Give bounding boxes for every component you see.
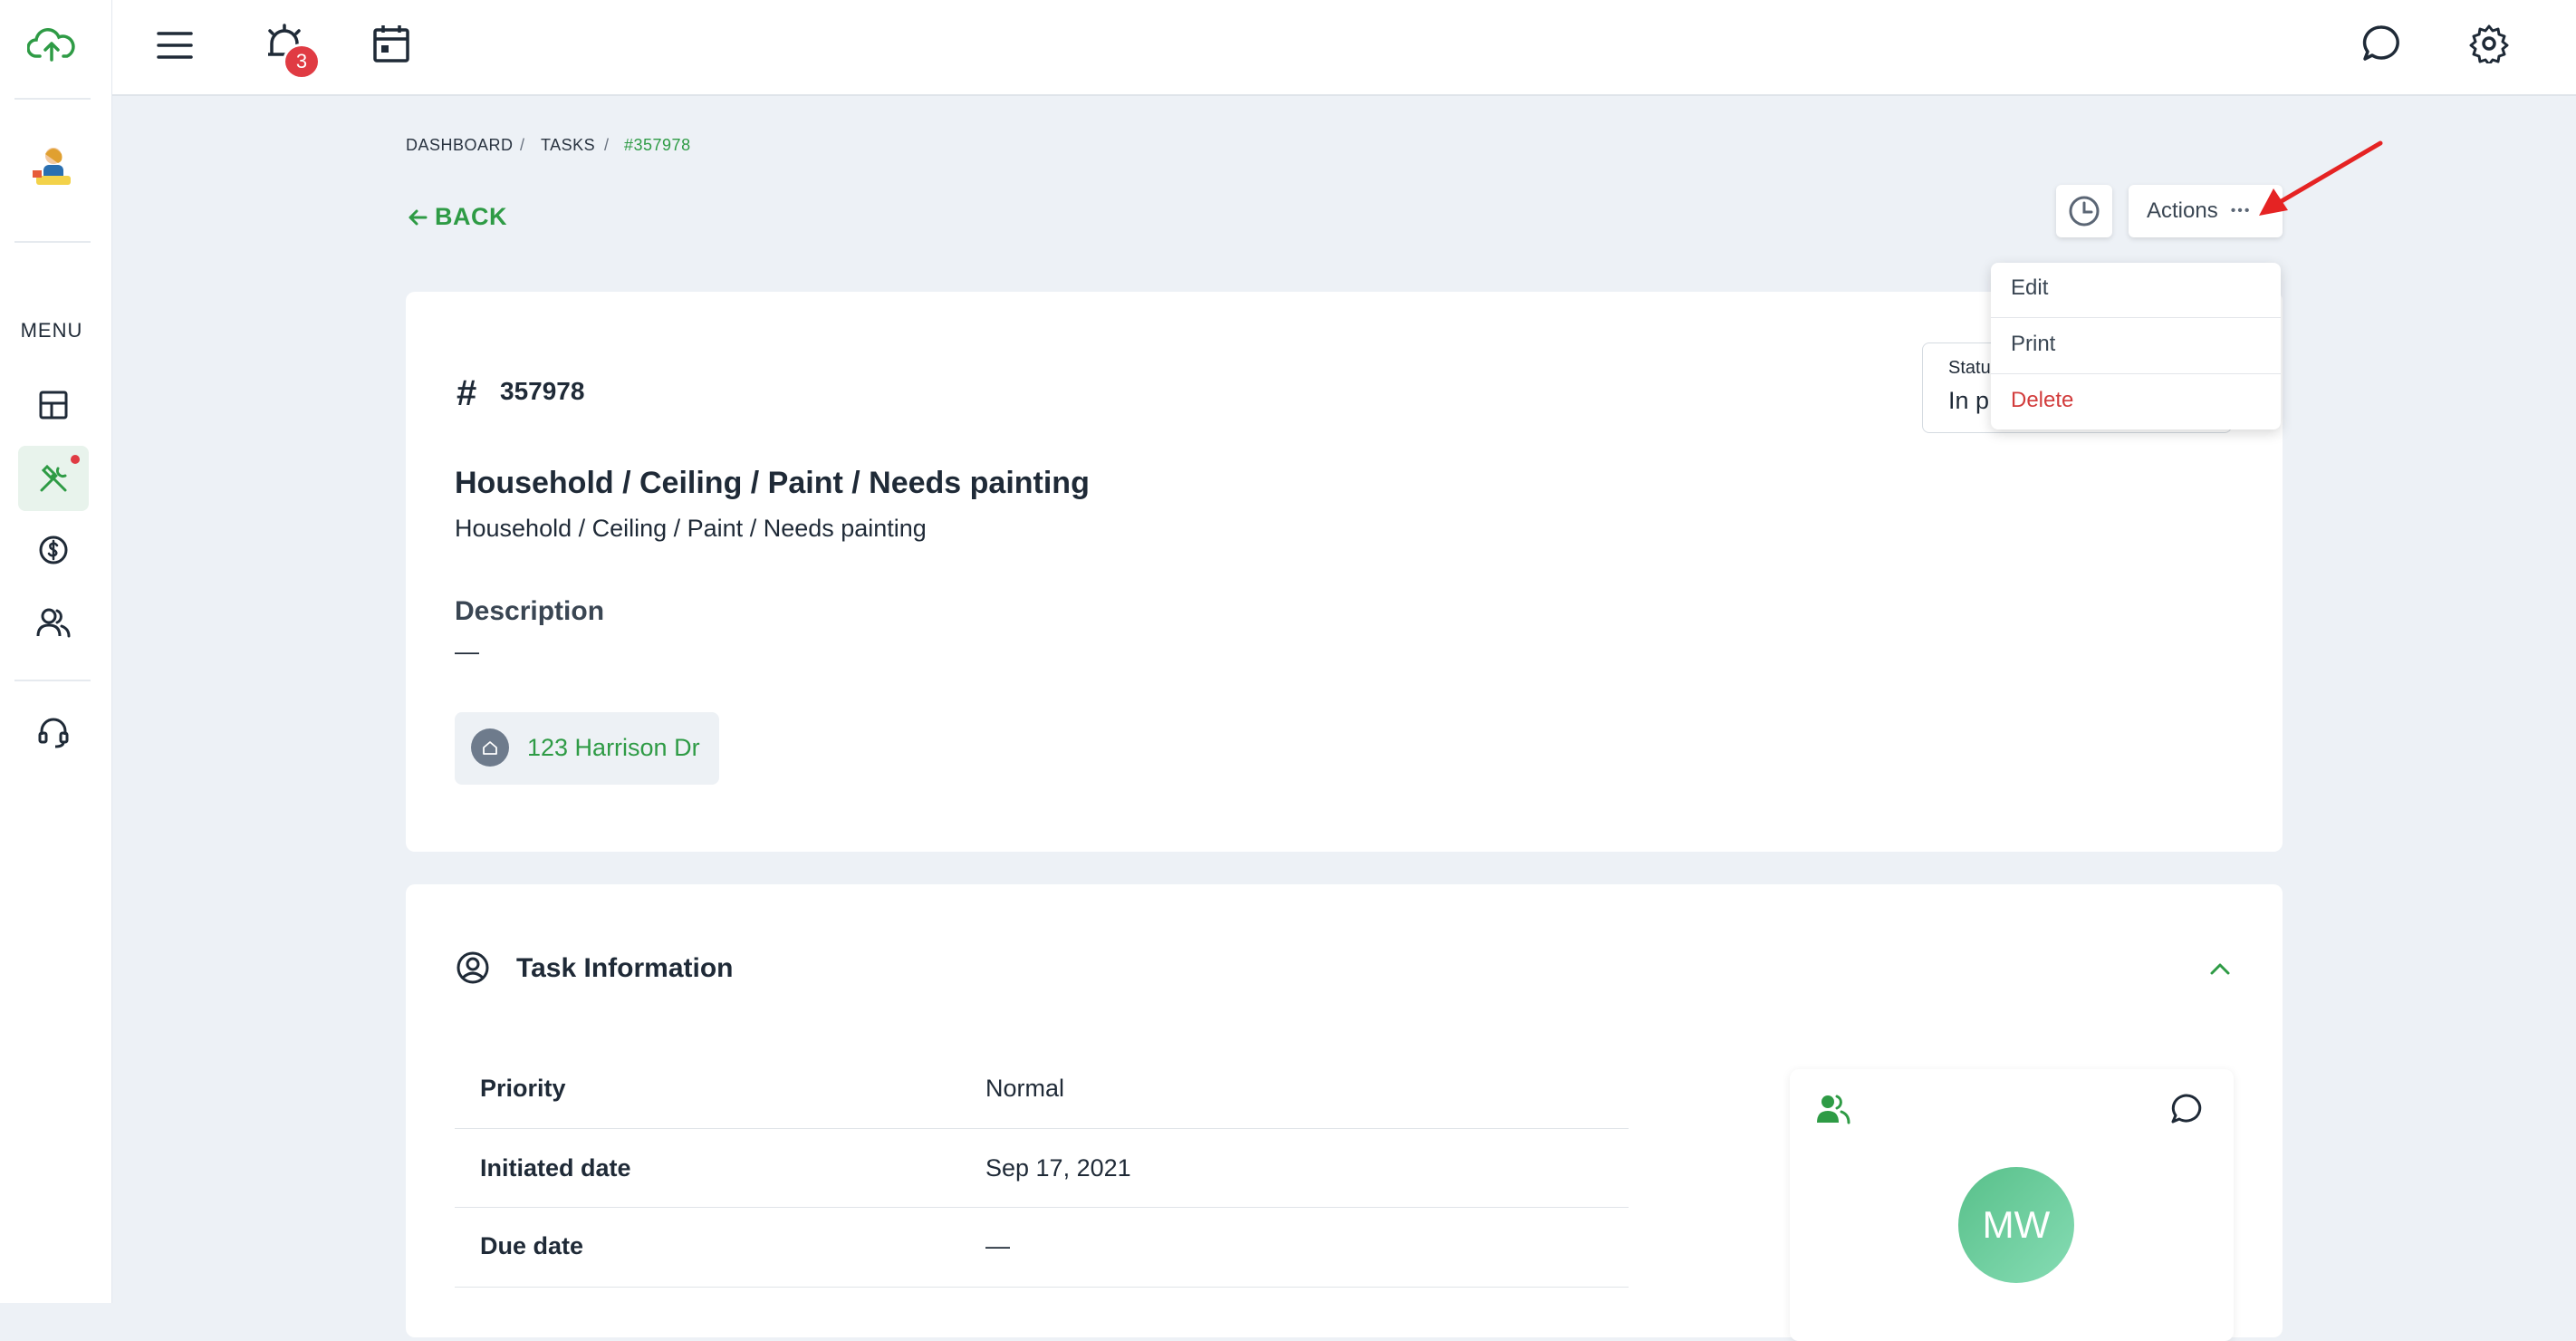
task-info-title: Task Information (516, 953, 734, 983)
breadcrumb-dashboard[interactable]: DASHBOARD (406, 136, 514, 155)
address-text: 123 Harrison Dr (527, 734, 700, 761)
priority-label: Priority (480, 1075, 566, 1102)
description-label: Description (455, 596, 605, 626)
breadcrumb-separator: / (604, 136, 610, 154)
chat-icon[interactable] (2170, 1093, 2205, 1127)
due-date-label: Due date (480, 1232, 584, 1259)
history-button[interactable] (2056, 185, 2112, 237)
cloud-upload-icon[interactable] (26, 25, 76, 65)
users-icon[interactable] (33, 602, 74, 643)
dollar-icon[interactable] (33, 529, 74, 571)
top-bar (112, 0, 2576, 96)
annotation-arrow (2259, 140, 2383, 216)
breadcrumb-current: #357978 (624, 136, 691, 154)
initiated-date-label: Initiated date (480, 1154, 631, 1182)
due-date-value: — (985, 1232, 1010, 1259)
avatar[interactable] (31, 143, 76, 196)
actions-label: Actions (2147, 198, 2218, 223)
notification-dot (71, 455, 80, 464)
home-icon (471, 728, 509, 767)
task-number: 357978 (500, 377, 585, 405)
assignee-avatar[interactable]: MW (1958, 1167, 2074, 1283)
breadcrumb-tasks[interactable]: TASKS (541, 136, 595, 155)
notification-badge: 3 (283, 43, 321, 80)
menu-item-delete[interactable]: Delete (2011, 388, 2073, 413)
assignee-card: MW (1790, 1069, 2234, 1341)
chat-icon[interactable] (2359, 22, 2402, 65)
arrow-left-icon (409, 209, 428, 225)
headset-icon[interactable] (33, 712, 74, 754)
gear-icon[interactable] (2467, 22, 2511, 65)
clock-icon (2069, 196, 2100, 227)
description-value: — (455, 638, 479, 665)
hash-icon: # (457, 373, 477, 413)
users-icon[interactable] (1815, 1093, 1851, 1125)
menu-label: MENU (20, 319, 83, 342)
breadcrumb-separator: / (520, 136, 525, 154)
user-circle-icon (455, 950, 491, 986)
status-label: Statu (1948, 358, 1991, 378)
back-button[interactable]: BACK (408, 203, 507, 231)
sidebar: MENU (0, 0, 112, 1303)
actions-menu: Edit Print Delete (1991, 263, 2281, 429)
menu-item-print[interactable]: Print (2011, 332, 2055, 357)
assignee-initials: MW (1982, 1203, 2051, 1246)
tools-icon[interactable] (18, 446, 89, 511)
task-subtitle: Household / Ceiling / Paint / Needs pain… (455, 515, 927, 542)
initiated-date-value: Sep 17, 2021 (985, 1154, 1131, 1182)
menu-item-edit[interactable]: Edit (2011, 275, 2048, 301)
status-value: In p (1948, 387, 1990, 414)
back-label: BACK (435, 203, 507, 230)
chevron-up-icon[interactable] (2206, 957, 2234, 980)
hamburger-icon[interactable] (154, 25, 196, 65)
priority-value: Normal (985, 1075, 1065, 1102)
task-title: Household / Ceiling / Paint / Needs pain… (455, 466, 1090, 500)
dashboard-grid-icon[interactable] (33, 384, 74, 426)
calendar-icon[interactable] (370, 22, 413, 65)
address-chip[interactable]: 123 Harrison Dr (455, 712, 719, 785)
